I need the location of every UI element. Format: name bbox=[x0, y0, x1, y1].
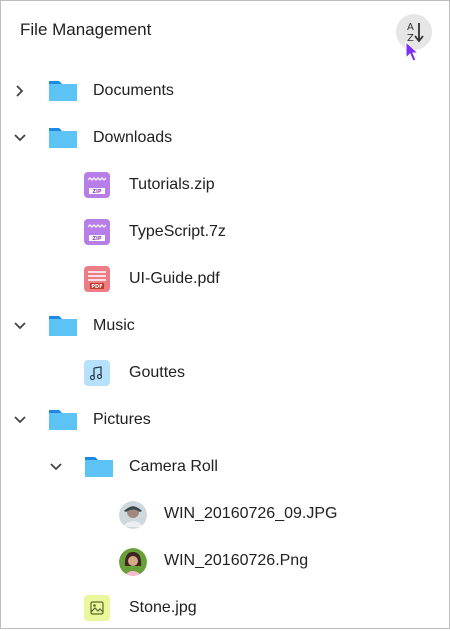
svg-text:PDF: PDF bbox=[91, 284, 102, 290]
tree-node-uiguide[interactable]: PDF UI-Guide.pdf bbox=[1, 256, 449, 302]
folder-icon bbox=[49, 128, 77, 148]
tree-label: Camera Roll bbox=[129, 458, 218, 475]
tree-node-cameraroll[interactable]: Camera Roll bbox=[1, 444, 449, 490]
folder-icon bbox=[49, 316, 77, 336]
header: File Management A Z bbox=[1, 1, 449, 62]
tree-node-typescript[interactable]: ZIP TypeScript.7z bbox=[1, 209, 449, 255]
image-thumbnail-icon bbox=[119, 501, 147, 529]
folder-icon bbox=[49, 410, 77, 430]
mouse-cursor-icon bbox=[405, 41, 420, 62]
tree-node-winpng[interactable]: WIN_20160726.Png bbox=[1, 538, 449, 584]
tree-label: Documents bbox=[93, 82, 174, 99]
tree-label: Pictures bbox=[93, 411, 151, 428]
chevron-down-icon[interactable] bbox=[13, 319, 27, 333]
chevron-down-icon[interactable] bbox=[49, 460, 63, 474]
tree-node-tutorials[interactable]: ZIP Tutorials.zip bbox=[1, 162, 449, 208]
chevron-right-icon[interactable] bbox=[13, 84, 27, 98]
tree-node-downloads[interactable]: Downloads bbox=[1, 115, 449, 161]
tree-node-stone[interactable]: Stone.jpg bbox=[1, 585, 449, 631]
image-file-icon bbox=[84, 595, 110, 621]
image-thumbnail-icon bbox=[119, 548, 147, 576]
tree-label: Downloads bbox=[93, 129, 173, 146]
tree-node-pictures[interactable]: Pictures bbox=[1, 397, 449, 443]
chevron-down-icon[interactable] bbox=[13, 413, 27, 427]
tree-label: Gouttes bbox=[129, 364, 186, 381]
zip-file-icon: ZIP bbox=[84, 172, 110, 198]
tree-node-documents[interactable]: Documents bbox=[1, 68, 449, 114]
tree-node-win09[interactable]: WIN_20160726_09.JPG bbox=[1, 491, 449, 537]
tree-label: Music bbox=[93, 317, 135, 334]
music-file-icon bbox=[84, 360, 110, 386]
svg-text:A: A bbox=[407, 22, 414, 33]
tree-label: TypeScript.7z bbox=[129, 223, 226, 240]
tree-label: WIN_20160726.Png bbox=[164, 552, 309, 569]
tree-node-music[interactable]: Music bbox=[1, 303, 449, 349]
svg-text:ZIP: ZIP bbox=[92, 236, 101, 242]
tree-label: Tutorials.zip bbox=[129, 176, 215, 193]
tree-label: WIN_20160726_09.JPG bbox=[164, 505, 338, 522]
tree-node-gouttes[interactable]: Gouttes bbox=[1, 350, 449, 396]
page-title: File Management bbox=[20, 20, 152, 39]
tree-label: Stone.jpg bbox=[129, 599, 197, 616]
tree-label: UI-Guide.pdf bbox=[129, 270, 220, 287]
file-tree-panel: File Management A Z Documents Downloads … bbox=[0, 0, 450, 629]
zip-file-icon: ZIP bbox=[84, 219, 110, 245]
pdf-file-icon: PDF bbox=[84, 266, 110, 292]
svg-text:ZIP: ZIP bbox=[92, 189, 101, 195]
folder-icon bbox=[49, 81, 77, 101]
chevron-down-icon[interactable] bbox=[13, 131, 27, 145]
folder-icon bbox=[85, 457, 113, 477]
